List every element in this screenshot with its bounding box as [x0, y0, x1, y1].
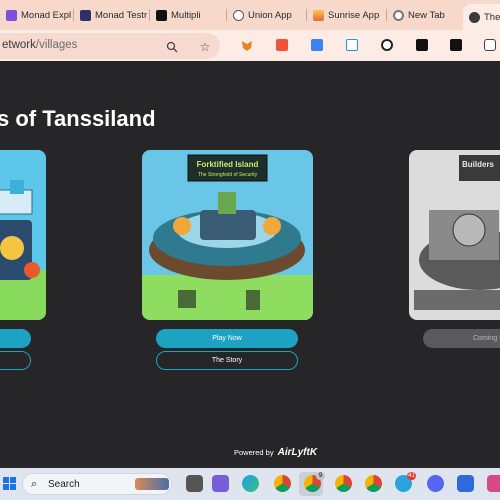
tab-monad-explorer[interactable]: Monad Expl	[0, 4, 72, 26]
x-extension-icon[interactable]	[450, 39, 462, 51]
tab-title: Union App	[248, 9, 292, 21]
shield-extension-icon[interactable]	[346, 39, 358, 51]
page-content: s of Tanssiland Forktified Island The St…	[0, 91, 500, 468]
story-button-left[interactable]	[0, 351, 31, 370]
windows-start-icon[interactable]	[3, 477, 16, 490]
discord-icon[interactable]	[427, 475, 444, 492]
search-label: Search	[48, 479, 80, 490]
tab-new-tab[interactable]: New Tab	[387, 4, 462, 26]
multipli-favicon-icon	[156, 9, 167, 21]
tab-monad-testnet[interactable]: Monad Testr	[74, 4, 148, 26]
zoom-icon[interactable]	[166, 41, 178, 53]
chrome-favicon-icon	[393, 9, 404, 21]
chrome-icon[interactable]	[274, 475, 291, 492]
taskbar-search-box[interactable]: ⌕ Search	[22, 473, 172, 495]
address-url[interactable]: etwork/villages	[2, 39, 77, 51]
teams-icon[interactable]	[212, 475, 229, 492]
tab-title: Sunrise App	[328, 9, 380, 21]
site-favicon-icon	[469, 11, 480, 23]
search-highlight-image	[135, 478, 169, 490]
story-button[interactable]: The Story	[156, 351, 298, 370]
tab-title: The	[484, 11, 500, 23]
tab-title: Monad Testr	[95, 9, 148, 21]
task-view-icon[interactable]	[186, 475, 203, 492]
chrome-icon[interactable]	[335, 475, 352, 492]
tab-title: New Tab	[408, 9, 445, 21]
address-bar[interactable]: etwork/villages ☆	[0, 33, 220, 59]
play-now-button-left[interactable]	[0, 329, 31, 348]
monad-favicon-icon	[6, 9, 17, 21]
tab-multipli[interactable]: Multipli	[150, 4, 225, 26]
edge-icon[interactable]	[242, 475, 259, 492]
island-sign-subtitle: The Stronghold of Security	[198, 172, 258, 178]
browser-toolbar: etwork/villages ☆	[0, 30, 500, 61]
village-card-image-left[interactable]	[0, 150, 46, 320]
union-favicon-icon	[233, 9, 244, 21]
tab-active[interactable]: The	[463, 4, 500, 30]
chrome-icon[interactable]: 9	[304, 472, 325, 492]
telegram-badge: 41	[407, 472, 416, 480]
bookmark-star-icon[interactable]: ☆	[199, 41, 211, 53]
page-title: s of Tanssiland	[0, 106, 156, 131]
metamask-extension-icon[interactable]	[241, 39, 253, 51]
powered-by-footer: Powered by AirLyftK	[234, 447, 317, 458]
browser-tab-strip: Monad Expl Monad Testr Multipli Union Ap…	[0, 0, 500, 30]
k-extension-icon[interactable]	[311, 39, 323, 51]
builders-sign-title: Builders	[462, 160, 495, 169]
tab-sunrise-app[interactable]: Sunrise App	[307, 4, 385, 26]
search-icon: ⌕	[31, 478, 38, 490]
monad-favicon-icon	[80, 9, 91, 21]
tab-title: Monad Expl	[21, 9, 72, 21]
powered-by-label: Powered by	[234, 448, 274, 457]
chrome-badge: 9	[316, 472, 325, 480]
windows-taskbar: ⌕ Search 9 41	[0, 468, 500, 500]
app-icon[interactable]	[487, 475, 500, 492]
sunrise-favicon-icon	[313, 9, 324, 21]
arrow-extension-icon[interactable]	[416, 39, 428, 51]
tab-union-app[interactable]: Union App	[227, 4, 305, 26]
island-sign-title: Forktified Island	[197, 160, 259, 169]
telegram-icon[interactable]: 41	[395, 472, 416, 492]
tab-title: Multipli	[171, 9, 201, 21]
k-app-icon[interactable]	[457, 475, 474, 492]
puzzle-extension-icon[interactable]	[484, 39, 496, 51]
p-extension-icon[interactable]	[276, 39, 288, 51]
coming-soon-button: Coming S	[423, 329, 500, 348]
chrome-icon[interactable]	[365, 475, 382, 492]
village-card-image-forktified-island[interactable]: Forktified Island The Stronghold of Secu…	[142, 150, 313, 320]
airlyft-logo[interactable]: AirLyftK	[278, 447, 317, 458]
play-now-button[interactable]: Play Now	[156, 329, 298, 348]
w-extension-icon[interactable]	[381, 39, 393, 51]
village-card-image-builders[interactable]: Builders	[409, 150, 500, 320]
